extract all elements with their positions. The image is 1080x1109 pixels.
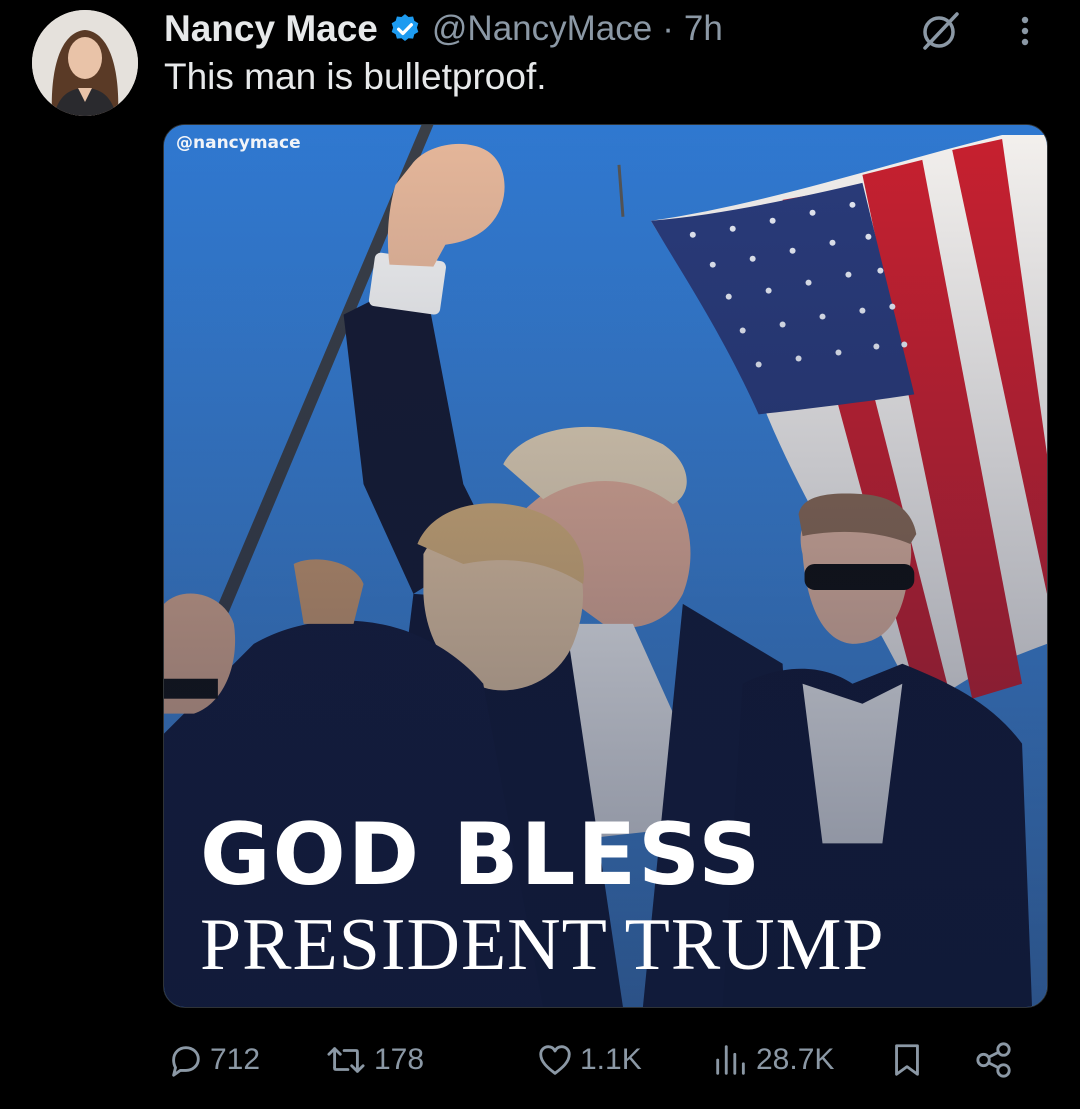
repost-button[interactable]: 178	[324, 1030, 424, 1090]
verified-badge-icon	[388, 12, 422, 46]
bookmark-button[interactable]	[888, 1030, 926, 1090]
views-count: 28.7K	[756, 1043, 835, 1076]
timestamp[interactable]: 7h	[684, 9, 723, 49]
repost-icon	[324, 1041, 368, 1079]
author-display-name[interactable]: Nancy Mace	[164, 8, 378, 50]
tweet-action-bar: 712 178 1.1K 28.7K	[164, 1030, 1044, 1090]
media-headline-line2: PRESIDENT TRUMP	[200, 904, 885, 986]
reply-button[interactable]: 712	[166, 1030, 260, 1090]
author-handle[interactable]: @NancyMace	[432, 9, 652, 49]
tweet-text: This man is bulletproof.	[164, 56, 547, 97]
like-button[interactable]: 1.1K	[536, 1030, 642, 1090]
bookmark-icon	[888, 1041, 926, 1079]
reply-icon	[166, 1041, 204, 1079]
avatar[interactable]	[32, 10, 138, 116]
share-icon	[972, 1041, 1016, 1079]
share-button[interactable]	[972, 1030, 1016, 1090]
repost-count: 178	[374, 1043, 425, 1076]
separator-dot: ·	[662, 9, 674, 48]
more-icon[interactable]	[1010, 8, 1040, 52]
reply-count: 712	[210, 1043, 261, 1076]
media-watermark: @nancymace	[176, 133, 301, 153]
media-headline-line1: GOD BLESS	[200, 805, 763, 905]
tweet: Nancy Mace @NancyMace · 7h This man is b…	[0, 0, 1080, 1109]
like-icon	[536, 1041, 574, 1079]
like-count: 1.1K	[580, 1043, 642, 1076]
tweet-media-image[interactable]: @nancymace GOD BLESS PRESIDENT TRUMP	[163, 124, 1048, 1008]
views-icon	[712, 1041, 750, 1079]
views-button[interactable]: 28.7K	[712, 1030, 834, 1090]
grok-icon[interactable]	[917, 8, 965, 52]
tweet-header: Nancy Mace @NancyMace · 7h	[164, 4, 723, 54]
